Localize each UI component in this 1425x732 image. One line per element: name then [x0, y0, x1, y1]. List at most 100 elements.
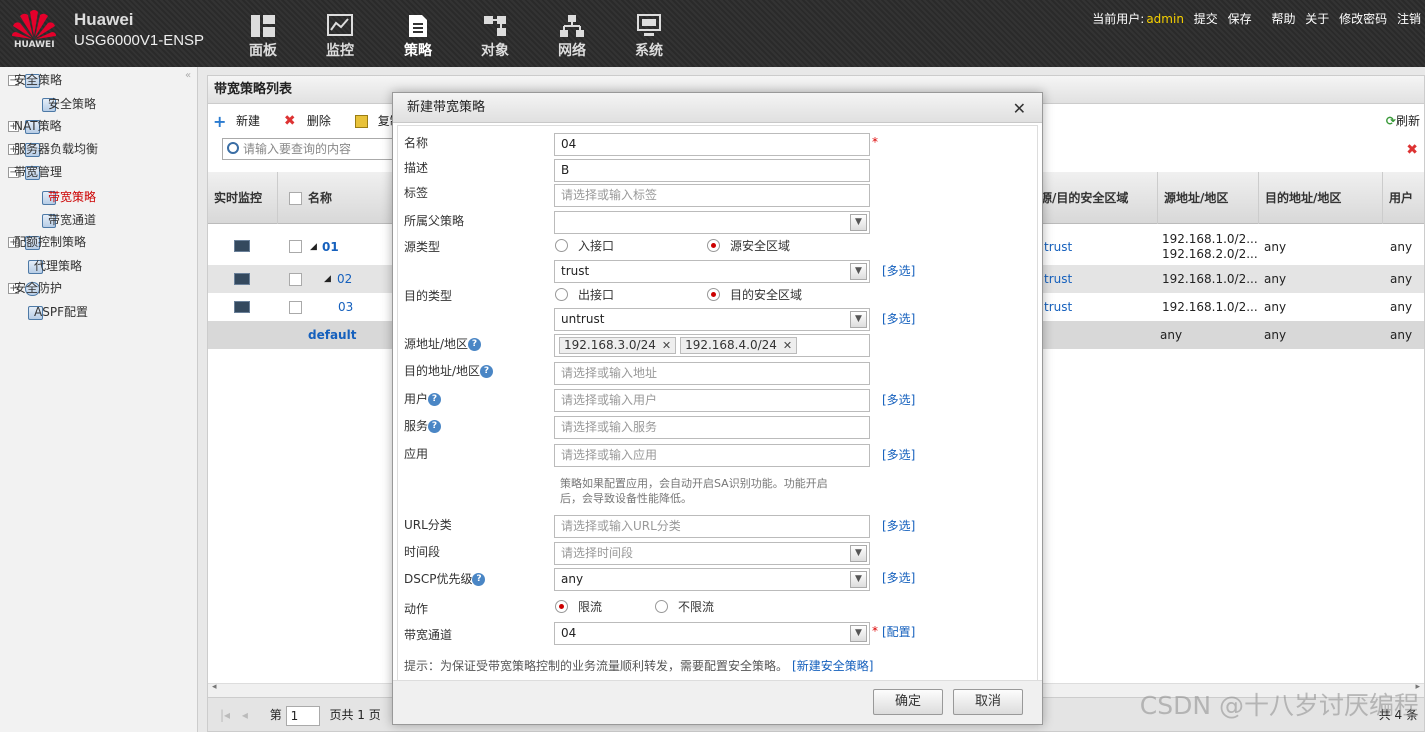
nav-monitor[interactable]: 监控: [312, 14, 368, 60]
name-field[interactable]: 04: [554, 133, 870, 156]
chevron-down-icon[interactable]: ▼: [850, 545, 867, 562]
app-field[interactable]: 请选择或输入应用: [554, 444, 870, 467]
monitor-icon[interactable]: [234, 301, 250, 313]
search-input[interactable]: 请输入要查询的内容: [222, 138, 402, 160]
sidebar-item-nat-policy[interactable]: + NAT策略: [8, 115, 62, 137]
change-password-link[interactable]: 修改密码: [1339, 12, 1387, 26]
channel-select[interactable]: 04 ▼: [554, 622, 870, 645]
app-multi-link[interactable]: [多选]: [882, 446, 915, 463]
sidebar-item-aspf[interactable]: ASPF配置: [28, 301, 88, 323]
col-name[interactable]: 名称: [302, 172, 402, 224]
collapse-sidebar-icon[interactable]: «: [185, 70, 191, 81]
help-icon[interactable]: ?: [472, 573, 486, 586]
dst-addr-field[interactable]: 请选择或输入地址: [554, 362, 870, 385]
remove-tag-icon[interactable]: ✕: [662, 339, 671, 352]
dst-interface-radio[interactable]: [555, 288, 568, 301]
sidebar-item-security-policy[interactable]: 安全策略: [42, 93, 96, 115]
src-interface-radio[interactable]: [555, 239, 568, 252]
nav-label: 监控: [326, 43, 354, 59]
sidebar-item-slb[interactable]: + 服务器负载均衡: [8, 138, 98, 160]
desc-field[interactable]: B: [554, 159, 870, 182]
dscp-select[interactable]: any ▼: [554, 568, 870, 591]
col-user[interactable]: 用户: [1383, 172, 1425, 224]
url-label: URL分类: [404, 518, 452, 532]
chevron-down-icon[interactable]: ▼: [850, 263, 867, 280]
chevron-down-icon[interactable]: ▼: [850, 571, 867, 588]
src-zone-multi-link[interactable]: [多选]: [882, 262, 915, 279]
submit-link[interactable]: 提交: [1194, 12, 1218, 26]
src-zone-select[interactable]: trust ▼: [554, 260, 870, 283]
monitor-icon[interactable]: [234, 273, 250, 285]
cancel-button[interactable]: 取消: [953, 689, 1023, 715]
chevron-down-icon[interactable]: ▼: [850, 625, 867, 642]
row-checkbox[interactable]: [289, 301, 302, 314]
row-checkbox[interactable]: [289, 240, 302, 253]
sidebar-item-bandwidth-mgmt[interactable]: − 带宽管理: [8, 161, 62, 183]
new-button[interactable]: + 新建: [213, 114, 270, 130]
help-icon[interactable]: ?: [468, 338, 482, 351]
url-multi-link[interactable]: [多选]: [882, 517, 915, 534]
scroll-left-icon[interactable]: ◂: [212, 682, 217, 692]
policy-name-link[interactable]: 01: [322, 230, 339, 264]
ok-button[interactable]: 确定: [873, 689, 943, 715]
nav-policy[interactable]: 策略: [390, 14, 446, 60]
chevron-down-icon[interactable]: ▼: [850, 214, 867, 231]
dst-zone-multi-link[interactable]: [多选]: [882, 310, 915, 327]
sidebar-item-bandwidth-policy[interactable]: 带宽策略: [42, 186, 96, 208]
help-icon[interactable]: ?: [428, 420, 442, 433]
user-field[interactable]: 请选择或输入用户: [554, 389, 870, 412]
help-link[interactable]: 帮助: [1271, 12, 1295, 26]
dst-zone-select[interactable]: untrust ▼: [554, 308, 870, 331]
help-icon[interactable]: ?: [480, 365, 494, 378]
save-link[interactable]: 保存: [1228, 12, 1252, 26]
expand-icon[interactable]: ◢: [310, 230, 317, 264]
dst-zone-radio[interactable]: [707, 288, 720, 301]
row-checkbox[interactable]: [289, 273, 302, 286]
policy-name-link[interactable]: 03: [338, 293, 353, 321]
chevron-down-icon[interactable]: ▼: [850, 311, 867, 328]
new-security-policy-link[interactable]: [新建安全策略]: [792, 659, 873, 673]
src-zone-radio[interactable]: [707, 239, 720, 252]
first-page-icon[interactable]: |◂: [220, 708, 230, 722]
monitor-icon[interactable]: [234, 240, 250, 252]
close-icon[interactable]: ✕: [1013, 99, 1026, 118]
sidebar-item-security-policy-group[interactable]: − 安全策略: [8, 69, 62, 91]
prev-page-icon[interactable]: ◂: [242, 708, 248, 722]
limit-radio[interactable]: [555, 600, 568, 613]
col-monitor[interactable]: 实时监控: [208, 172, 278, 224]
tag-field[interactable]: 请选择或输入标签: [554, 184, 870, 207]
no-limit-radio[interactable]: [655, 600, 668, 613]
col-zone[interactable]: 源/目的安全区域: [1040, 172, 1158, 224]
sidebar-item-protection[interactable]: + 安全防护: [8, 277, 62, 299]
col-dst[interactable]: 目的地址/地区: [1259, 172, 1383, 224]
nav-network[interactable]: 网络: [544, 14, 600, 60]
service-field[interactable]: 请选择或输入服务: [554, 416, 870, 439]
sidebar-item-proxy[interactable]: 代理策略: [28, 255, 82, 277]
about-link[interactable]: 关于: [1305, 12, 1329, 26]
page-number-input[interactable]: 1: [285, 705, 320, 726]
refresh-button[interactable]: ⟳刷新: [1386, 110, 1420, 132]
remove-tag-icon[interactable]: ✕: [783, 339, 792, 352]
col-src[interactable]: 源地址/地区: [1158, 172, 1259, 224]
channel-config-link[interactable]: [配置]: [882, 623, 915, 640]
sidebar-item-bandwidth-channel[interactable]: 带宽通道: [42, 209, 96, 231]
expand-icon[interactable]: ◢: [324, 265, 331, 293]
time-select[interactable]: 请选择时间段 ▼: [554, 542, 870, 565]
nav-dashboard[interactable]: 面板: [235, 14, 291, 60]
policy-name-link[interactable]: 02: [337, 265, 352, 293]
nav-system[interactable]: 系统: [621, 14, 677, 60]
policy-name-link[interactable]: default: [308, 321, 356, 349]
app-note-line: 后，会导致设备性能降低。: [560, 492, 692, 505]
url-field[interactable]: 请选择或输入URL分类: [554, 515, 870, 538]
nav-object[interactable]: 对象: [467, 14, 523, 60]
clear-search-icon[interactable]: ✖: [1406, 142, 1418, 158]
parent-select[interactable]: ▼: [554, 211, 870, 234]
help-icon[interactable]: ?: [428, 393, 442, 406]
delete-button[interactable]: ✖ 删除: [284, 114, 341, 128]
sidebar-item-quota[interactable]: + 配额控制策略: [8, 231, 86, 253]
user-multi-link[interactable]: [多选]: [882, 391, 915, 408]
select-all-checkbox[interactable]: [289, 192, 302, 205]
logout-link[interactable]: 注销: [1397, 12, 1421, 26]
src-addr-field[interactable]: 192.168.3.0/24 ✕ 192.168.4.0/24 ✕: [554, 334, 870, 357]
dscp-multi-link[interactable]: [多选]: [882, 569, 915, 586]
